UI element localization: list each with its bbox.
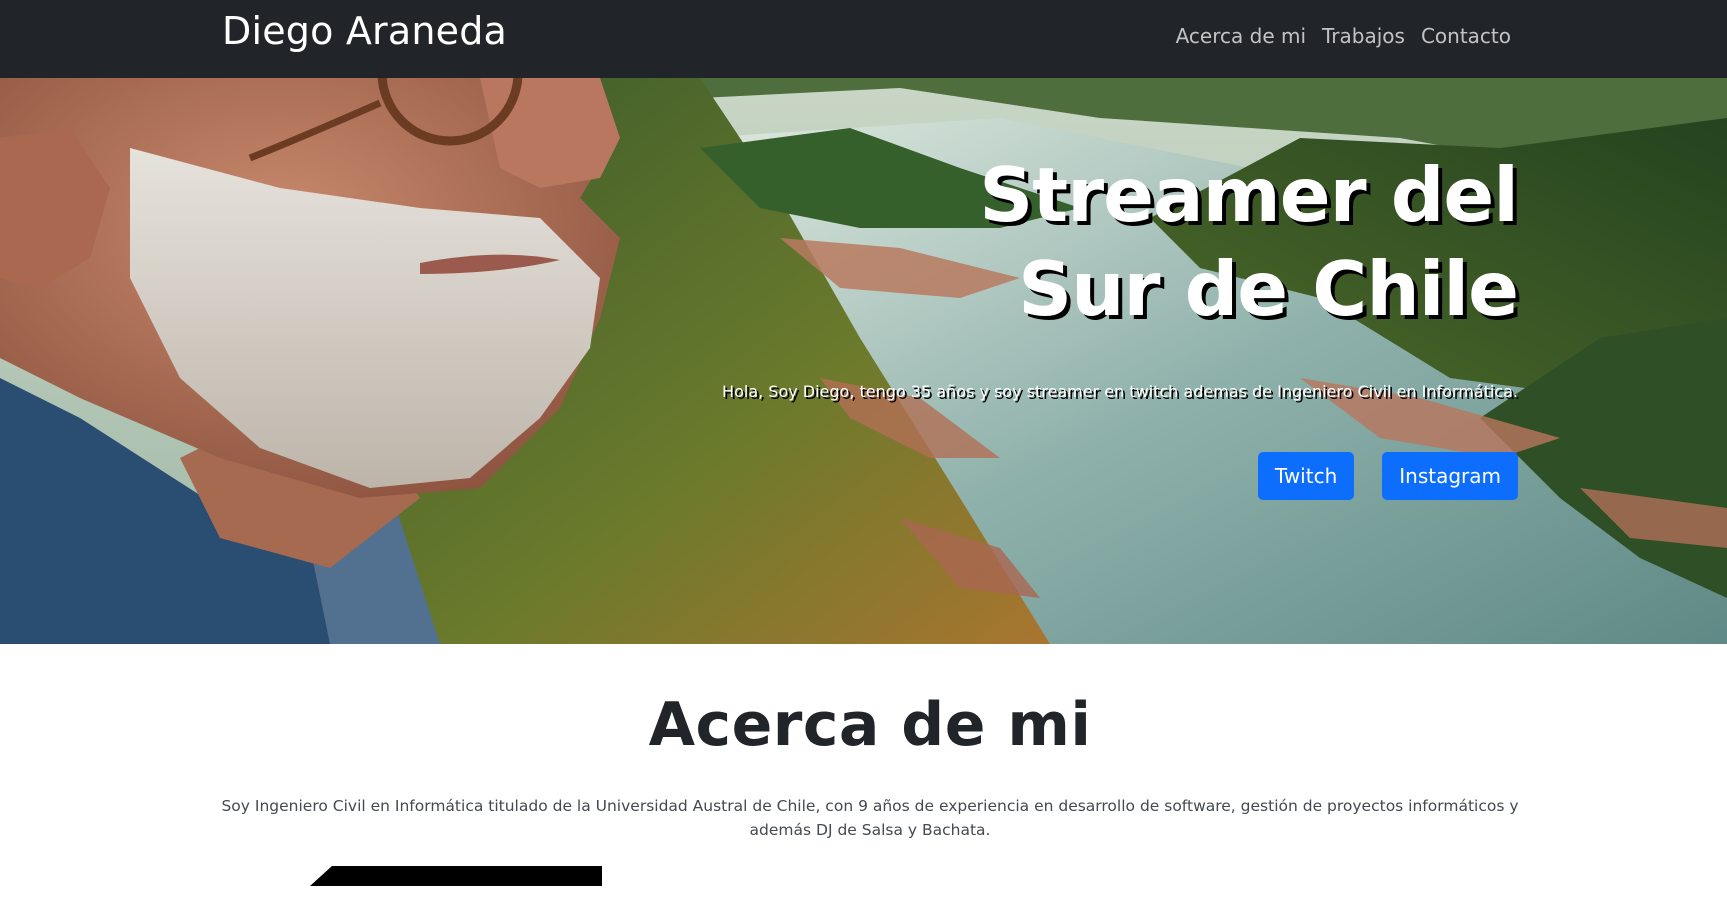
nav-link-acerca[interactable]: Acerca de mi — [1176, 24, 1306, 48]
hero-section: Streamer del Sur de Chile Hola, Soy Dieg… — [0, 78, 1727, 644]
brand-link[interactable]: Diego Araneda — [222, 9, 507, 53]
nav-link-contacto[interactable]: Contacto — [1421, 24, 1511, 48]
instagram-button[interactable]: Instagram — [1382, 452, 1518, 500]
hero-title-line2: Sur de Chile — [1018, 245, 1519, 333]
hero-title-line1: Streamer del — [979, 151, 1519, 239]
top-navbar: Diego Araneda Acerca de mi Trabajos Cont… — [0, 0, 1727, 78]
about-heading: Acerca de mi — [648, 690, 1092, 760]
hero-subtitle: Hola, Soy Diego, tengo 35 años y soy str… — [722, 382, 1518, 401]
about-paragraph: Soy Ingeniero Civil en Informática titul… — [221, 797, 1519, 839]
hero-title: Streamer del Sur de Chile — [979, 148, 1519, 336]
hero-buttons: Twitch Instagram — [1257, 452, 1518, 500]
nav-links: Acerca de mi Trabajos Contacto — [1176, 24, 1511, 48]
nav-link-trabajos[interactable]: Trabajos — [1322, 24, 1405, 48]
twitch-button[interactable]: Twitch — [1257, 452, 1355, 500]
decorative-shape — [310, 866, 602, 886]
